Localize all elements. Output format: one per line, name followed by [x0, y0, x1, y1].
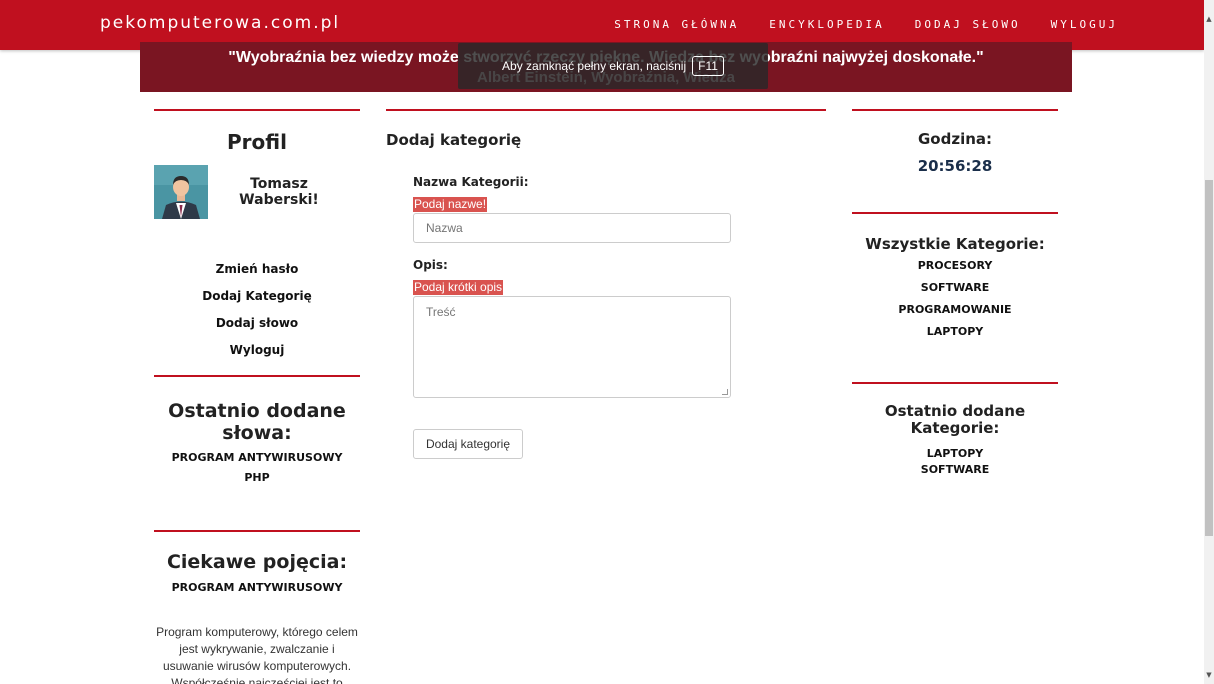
- recent-words-list: PROGRAM ANTYWIRUSOWY PHP: [140, 448, 374, 488]
- scrollbar-thumb[interactable]: [1205, 180, 1213, 536]
- user-name: Tomasz Waberski!: [239, 176, 319, 208]
- nav-link-logout[interactable]: WYLOGUJ: [1051, 18, 1118, 31]
- nav-link-add-word[interactable]: DODAJ SŁOWO: [915, 18, 1021, 31]
- divider: [154, 375, 360, 377]
- clock-heading: Godzina:: [917, 130, 993, 148]
- category-item[interactable]: PROCESORY: [852, 255, 1058, 277]
- interesting-term-item[interactable]: PROGRAM ANTYWIRUSOWY: [140, 578, 374, 598]
- divider: [154, 530, 360, 532]
- fullscreen-hint-key: F11: [692, 56, 724, 76]
- divider: [386, 109, 826, 111]
- description-textarea[interactable]: [413, 296, 731, 398]
- add-category-link[interactable]: Dodaj Kategorię: [154, 289, 360, 316]
- recent-category-item[interactable]: SOFTWARE: [852, 462, 1058, 478]
- recent-word-item[interactable]: PHP: [140, 468, 374, 488]
- profile-heading: Profil: [227, 130, 287, 154]
- interesting-terms-heading: Ciekawe pojęcia:: [166, 551, 348, 573]
- nav-link-home[interactable]: STRONA GŁÓWNA: [614, 18, 739, 31]
- category-item[interactable]: SOFTWARE: [852, 277, 1058, 299]
- all-categories-list: PROCESORY SOFTWARE PROGRAMOWANIE LAPTOPY: [852, 255, 1058, 343]
- category-item[interactable]: LAPTOPY: [852, 321, 1058, 343]
- category-name-input[interactable]: [413, 213, 731, 243]
- category-name-label: Nazwa Kategorii:: [413, 175, 529, 189]
- scroll-down-icon[interactable]: ▼: [1205, 670, 1213, 680]
- change-password-link[interactable]: Zmień hasło: [154, 262, 360, 289]
- divider: [154, 109, 360, 111]
- divider: [852, 382, 1058, 384]
- interesting-term-description: Program komputerowy, którego celem jest …: [156, 625, 358, 684]
- user-avatar-icon: [154, 165, 208, 219]
- scroll-up-icon[interactable]: ▲: [1205, 14, 1213, 24]
- logout-link[interactable]: Wyloguj: [154, 343, 360, 370]
- recent-word-item[interactable]: PROGRAM ANTYWIRUSOWY: [140, 448, 374, 468]
- fullscreen-hint-text: Aby zamknąć pełny ekran, naciśnij: [502, 59, 687, 73]
- nav-link-encyclopedia[interactable]: ENCYKLOPEDIA: [769, 18, 884, 31]
- fullscreen-exit-hint: Aby zamknąć pełny ekran, naciśnij F11: [458, 43, 768, 89]
- clock-time: 20:56:28: [917, 157, 993, 175]
- recent-categories-list: LAPTOPY SOFTWARE: [852, 446, 1058, 478]
- all-categories-heading: Wszystkie Kategorie:: [865, 235, 1045, 253]
- add-category-button[interactable]: Dodaj kategorię: [413, 429, 523, 459]
- resize-handle-icon[interactable]: [722, 389, 728, 395]
- recent-words-heading: Ostatnio dodane słowa:: [168, 400, 346, 444]
- divider: [852, 109, 1058, 111]
- avatar: [154, 165, 208, 219]
- recent-category-item[interactable]: LAPTOPY: [852, 446, 1058, 462]
- main-nav: STRONA GŁÓWNA ENCYKLOPEDIA DODAJ SŁOWO W…: [614, 18, 1118, 31]
- divider: [852, 212, 1058, 214]
- interesting-term-list: PROGRAM ANTYWIRUSOWY: [140, 578, 374, 598]
- profile-menu: Zmień hasło Dodaj Kategorię Dodaj słowo …: [154, 262, 360, 370]
- description-label: Opis:: [413, 258, 448, 272]
- recent-categories-heading: Ostatnio dodane Kategorie:: [884, 402, 1026, 437]
- form-title: Dodaj kategorię: [386, 131, 522, 149]
- category-name-error: Podaj nazwe!: [413, 197, 488, 212]
- description-error: Podaj krótki opis: [413, 280, 504, 295]
- add-word-link[interactable]: Dodaj słowo: [154, 316, 360, 343]
- page-scrollbar[interactable]: ▲ ▼: [1204, 0, 1214, 684]
- site-brand[interactable]: pekomputerowa.com.pl: [100, 13, 340, 33]
- category-item[interactable]: PROGRAMOWANIE: [852, 299, 1058, 321]
